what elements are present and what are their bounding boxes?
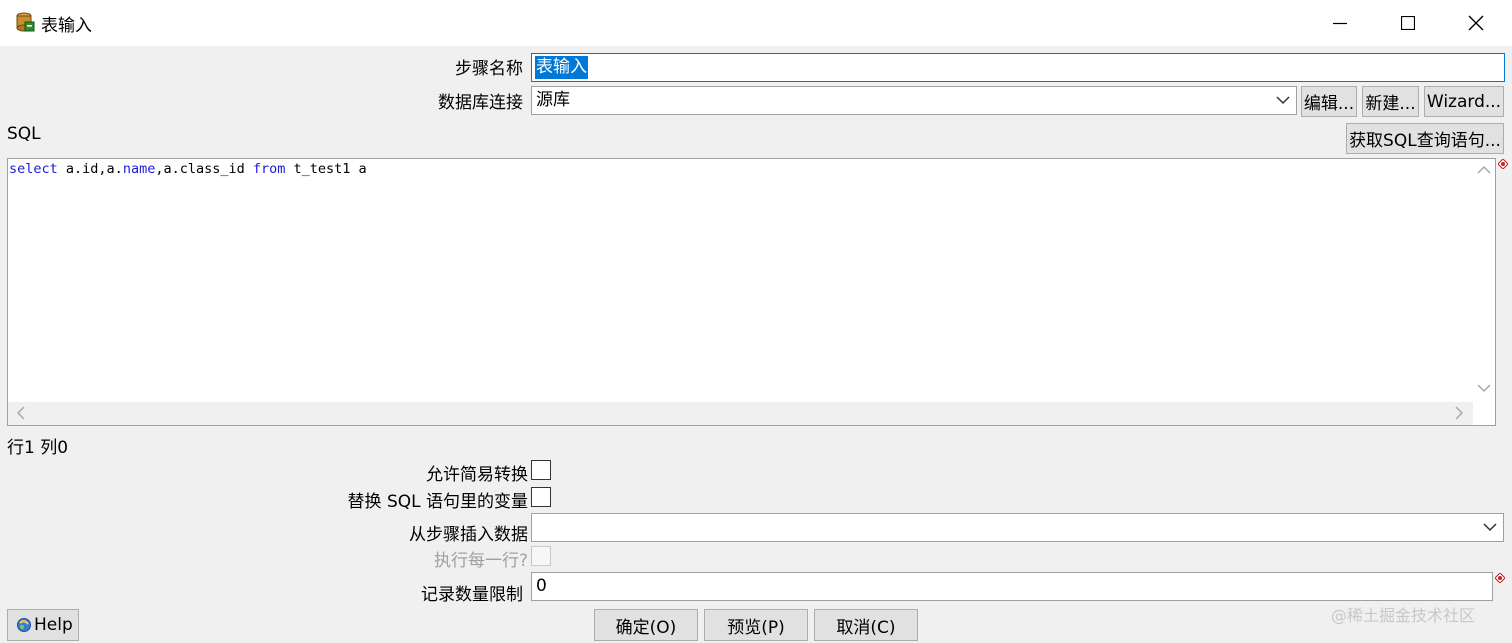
db-connection-label: 数据库连接: [438, 93, 523, 113]
limit-value: 0: [536, 576, 547, 596]
chevron-down-icon: [1483, 523, 1497, 532]
sql-text-token: a.id,a.: [57, 161, 123, 177]
get-sql-button[interactable]: 获取SQL查询语句...: [1346, 123, 1504, 154]
lazy-conversion-checkbox[interactable]: [531, 460, 551, 480]
replace-variables-label: 替换 SQL 语句里的变量: [347, 492, 528, 512]
table-input-icon: [14, 11, 36, 33]
variable-marker-icon: [1495, 573, 1505, 583]
minimize-icon: [1333, 22, 1347, 25]
watermark: @稀土掘金技术社区: [1331, 606, 1476, 625]
step-name-input[interactable]: 表输入: [531, 53, 1505, 82]
sql-code-line: select a.id,a.name,a.class_id from t_tes…: [9, 160, 367, 178]
scroll-up-icon[interactable]: [1477, 163, 1491, 179]
sql-text-token: ,a.class_id: [155, 161, 253, 177]
wizard-button[interactable]: Wizard...: [1424, 86, 1504, 117]
title-bar[interactable]: 表输入: [0, 0, 1512, 46]
execute-each-row-checkbox: [531, 546, 551, 566]
lazy-conversion-label: 允许简易转换: [426, 465, 528, 485]
cancel-button[interactable]: 取消(C): [814, 609, 918, 641]
sql-keyword-token: name: [122, 161, 156, 177]
preview-button[interactable]: 预览(P): [704, 609, 808, 641]
sql-keyword-token: from: [252, 161, 286, 177]
limit-input[interactable]: 0: [531, 572, 1493, 601]
step-name-label: 步骤名称: [455, 59, 523, 79]
window-title: 表输入: [41, 16, 92, 36]
insert-from-step-select[interactable]: [531, 513, 1504, 542]
scroll-right-icon[interactable]: [1454, 406, 1464, 424]
insert-from-step-label: 从步骤插入数据: [409, 525, 528, 545]
close-button[interactable]: [1442, 0, 1510, 46]
maximize-icon: [1401, 16, 1415, 30]
sql-vertical-scrollbar[interactable]: [1473, 159, 1495, 401]
sql-text-token: t_test1 a: [285, 161, 367, 177]
execute-each-row-label: 执行每一行?: [433, 551, 528, 571]
sql-keyword-token: select: [9, 161, 58, 177]
help-label: Help: [34, 615, 73, 635]
ok-button[interactable]: 确定(O): [594, 609, 698, 641]
cursor-position: 行1 列0: [7, 438, 69, 458]
sql-label: SQL: [7, 124, 41, 144]
limit-label: 记录数量限制: [421, 585, 523, 605]
scroll-left-icon[interactable]: [16, 406, 26, 424]
chevron-down-icon: [1276, 96, 1290, 105]
new-connection-button[interactable]: 新建...: [1362, 86, 1419, 117]
sql-editor[interactable]: select a.id,a.name,a.class_id from t_tes…: [7, 158, 1496, 426]
replace-variables-checkbox[interactable]: [531, 487, 551, 507]
edit-connection-button[interactable]: 编辑...: [1301, 86, 1357, 117]
maximize-button[interactable]: [1374, 0, 1442, 46]
help-icon: [17, 618, 31, 632]
step-name-value: 表输入: [535, 56, 588, 79]
minimize-button[interactable]: [1306, 0, 1374, 46]
scroll-down-icon[interactable]: [1477, 381, 1491, 397]
sql-horizontal-scrollbar[interactable]: [8, 402, 1473, 425]
db-connection-value: 源库: [536, 90, 570, 110]
close-icon: [1468, 15, 1484, 31]
db-connection-select[interactable]: 源库: [531, 86, 1297, 115]
variable-marker-icon: [1498, 159, 1508, 169]
help-button[interactable]: Help: [7, 609, 79, 641]
